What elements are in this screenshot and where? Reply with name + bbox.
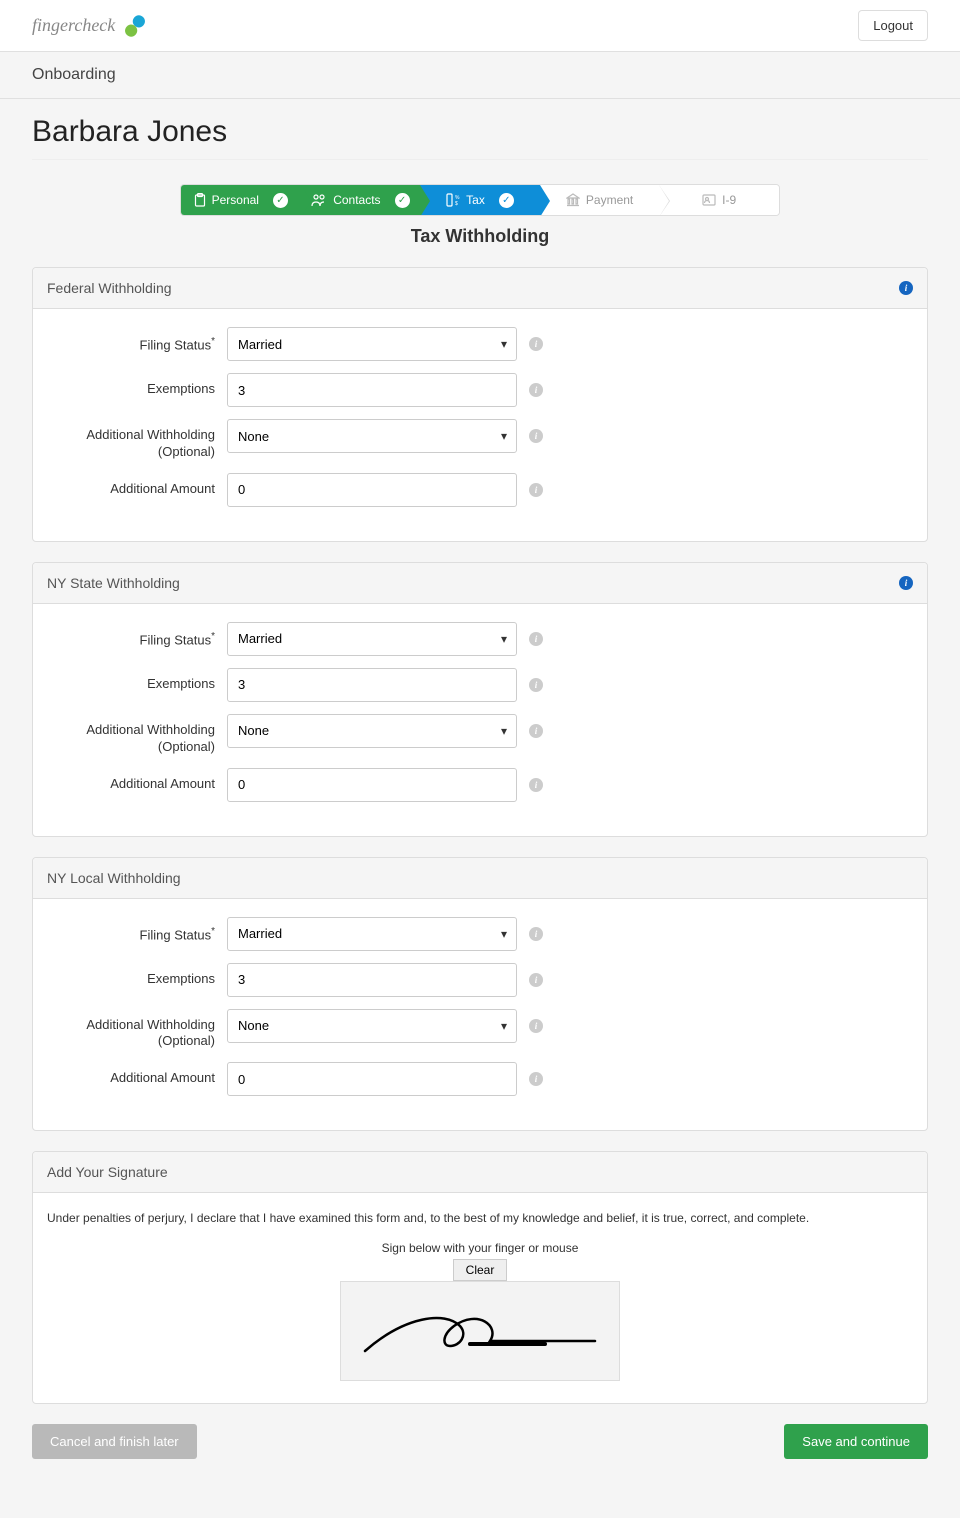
info-icon[interactable]: i [529, 483, 543, 497]
step-i9[interactable]: I-9 [659, 185, 779, 215]
info-icon[interactable]: i [529, 678, 543, 692]
info-icon[interactable]: i [529, 632, 543, 646]
app-header: fingercheck Logout [0, 0, 960, 52]
step-tax[interactable]: %$ Tax ✓ [420, 185, 540, 215]
filing-status-label: Filing Status* [47, 622, 227, 649]
onboarding-stepper: Personal ✓ Contacts ✓ %$ Tax ✓ Payment [180, 184, 780, 216]
info-icon[interactable]: i [529, 724, 543, 738]
page-title: Barbara Jones [32, 115, 928, 160]
additional-withholding-label: Additional Withholding (Optional) [47, 1009, 227, 1051]
federal-additional-wh-select[interactable]: None [227, 419, 517, 453]
check-icon: ✓ [395, 193, 410, 208]
info-icon[interactable]: i [529, 927, 543, 941]
federal-additional-amount-input[interactable] [227, 473, 517, 507]
info-icon[interactable]: i [899, 281, 913, 295]
step-label: I-9 [722, 193, 736, 207]
clipboard-icon [194, 193, 206, 207]
step-payment[interactable]: Payment [540, 185, 660, 215]
info-icon[interactable]: i [529, 1072, 543, 1086]
info-icon[interactable]: i [529, 337, 543, 351]
brand-mark-icon [121, 12, 149, 40]
exemptions-label: Exemptions [47, 963, 227, 988]
exemptions-label: Exemptions [47, 373, 227, 398]
filing-status-label: Filing Status* [47, 327, 227, 354]
federal-exemptions-input[interactable] [227, 373, 517, 407]
local-additional-wh-select[interactable]: None [227, 1009, 517, 1043]
step-label: Personal [212, 193, 259, 207]
step-personal[interactable]: Personal ✓ [181, 185, 301, 215]
check-icon: ✓ [273, 193, 288, 208]
info-icon[interactable]: i [529, 383, 543, 397]
subheader-title: Onboarding [32, 66, 116, 83]
filing-status-label: Filing Status* [47, 917, 227, 944]
federal-filing-status-select[interactable]: Married [227, 327, 517, 361]
bank-icon [566, 193, 580, 207]
local-withholding-panel: NY Local Withholding Filing Status* Marr… [32, 857, 928, 1132]
info-icon[interactable]: i [529, 1019, 543, 1033]
step-label: Payment [586, 193, 633, 207]
footer-actions: Cancel and finish later Save and continu… [32, 1424, 928, 1459]
page-title-row: Barbara Jones [0, 99, 960, 170]
signature-clear-button[interactable]: Clear [453, 1259, 508, 1281]
panel-title: Add Your Signature [47, 1164, 168, 1180]
local-filing-status-select[interactable]: Married [227, 917, 517, 951]
exemptions-label: Exemptions [47, 668, 227, 693]
brand-logo: fingercheck [32, 12, 149, 40]
additional-withholding-label: Additional Withholding (Optional) [47, 419, 227, 461]
info-icon[interactable]: i [899, 576, 913, 590]
state-additional-amount-input[interactable] [227, 768, 517, 802]
info-icon[interactable]: i [529, 778, 543, 792]
additional-amount-label: Additional Amount [47, 473, 227, 498]
cancel-button[interactable]: Cancel and finish later [32, 1424, 197, 1459]
additional-amount-label: Additional Amount [47, 768, 227, 793]
additional-withholding-label: Additional Withholding (Optional) [47, 714, 227, 756]
step-contacts[interactable]: Contacts ✓ [301, 185, 421, 215]
state-filing-status-select[interactable]: Married [227, 622, 517, 656]
signature-instruction: Sign below with your finger or mouse [47, 1241, 913, 1255]
additional-amount-label: Additional Amount [47, 1062, 227, 1087]
info-icon[interactable]: i [529, 973, 543, 987]
svg-text:$: $ [455, 201, 458, 207]
logout-button[interactable]: Logout [858, 10, 928, 41]
panel-title: Federal Withholding [47, 280, 172, 296]
info-icon[interactable]: i [529, 429, 543, 443]
tax-icon: %$ [446, 193, 460, 207]
state-withholding-panel: NY State Withholding i Filing Status* Ma… [32, 562, 928, 837]
people-icon [311, 193, 327, 207]
id-icon [702, 193, 716, 207]
panel-title: NY State Withholding [47, 575, 180, 591]
state-additional-wh-select[interactable]: None [227, 714, 517, 748]
section-title: Tax Withholding [32, 226, 928, 247]
brand-text: fingercheck [32, 15, 115, 36]
save-continue-button[interactable]: Save and continue [784, 1424, 928, 1459]
panel-title: NY Local Withholding [47, 870, 181, 886]
state-exemptions-input[interactable] [227, 668, 517, 702]
signature-declaration: Under penalties of perjury, I declare th… [47, 1211, 913, 1225]
signature-pad[interactable] [340, 1281, 620, 1381]
local-additional-amount-input[interactable] [227, 1062, 517, 1096]
federal-withholding-panel: Federal Withholding i Filing Status* Mar… [32, 267, 928, 542]
step-label: Tax [466, 193, 485, 207]
local-exemptions-input[interactable] [227, 963, 517, 997]
signature-panel: Add Your Signature Under penalties of pe… [32, 1151, 928, 1404]
subheader: Onboarding [0, 52, 960, 99]
step-label: Contacts [333, 193, 380, 207]
check-icon: ✓ [499, 193, 514, 208]
